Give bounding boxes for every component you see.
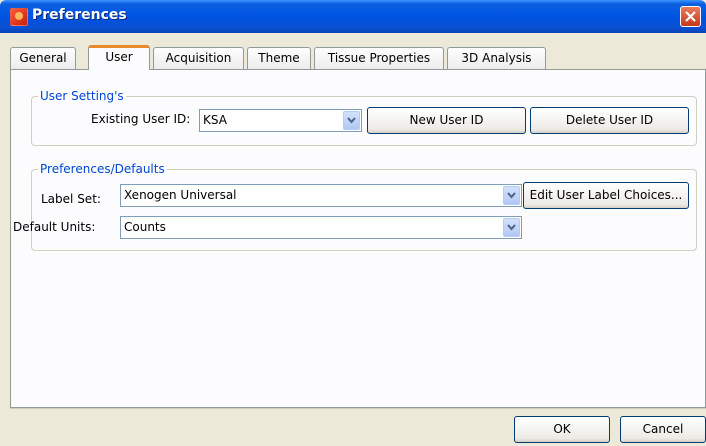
close-icon [685, 11, 696, 22]
label-set-value: Xenogen Universal [124, 188, 237, 202]
preferences-defaults-legend: Preferences/Defaults [38, 162, 167, 176]
user-settings-legend: User Setting's [38, 89, 126, 103]
button-bar: OK Cancel [10, 408, 706, 446]
chevron-down-icon [507, 224, 516, 231]
tab-3d-analysis[interactable]: 3D Analysis [447, 47, 546, 69]
label-set-select[interactable]: Xenogen Universal [120, 184, 522, 207]
edit-user-label-choices-button[interactable]: Edit User Label Choices... [523, 182, 689, 209]
cancel-button[interactable]: Cancel [620, 416, 706, 443]
existing-user-id-value: KSA [203, 113, 227, 127]
tab-user[interactable]: User [88, 45, 150, 70]
default-units-value: Counts [124, 220, 166, 234]
user-tab-panel: User Setting's Existing User ID: KSA New… [10, 69, 706, 408]
chevron-down-icon [507, 192, 516, 199]
title-bar[interactable]: Preferences [0, 0, 706, 33]
tab-general[interactable]: General [10, 47, 76, 69]
preferences-defaults-group: Preferences/Defaults Label Set: Xenogen … [13, 162, 697, 251]
new-user-id-button[interactable]: New User ID [367, 107, 526, 134]
dropdown-arrow[interactable] [503, 218, 520, 237]
user-settings-group: User Setting's Existing User ID: KSA New… [31, 89, 697, 146]
tab-bar: General User Acquisition Theme Tissue Pr… [10, 45, 706, 70]
existing-user-id-label: Existing User ID: [91, 112, 191, 126]
delete-user-id-button[interactable]: Delete User ID [530, 107, 689, 134]
label-set-label: Label Set: [41, 192, 101, 206]
default-units-label: Default Units: [13, 220, 96, 234]
window-title: Preferences [32, 7, 127, 23]
chevron-down-icon [347, 117, 356, 124]
default-units-select[interactable]: Counts [120, 216, 522, 239]
dropdown-arrow[interactable] [343, 111, 360, 130]
close-button[interactable] [680, 6, 701, 27]
app-icon [10, 8, 28, 26]
ok-button[interactable]: OK [514, 416, 610, 443]
tab-theme[interactable]: Theme [247, 47, 311, 69]
existing-user-id-select[interactable]: KSA [199, 109, 362, 132]
dropdown-arrow[interactable] [503, 186, 520, 205]
tab-tissue-properties[interactable]: Tissue Properties [314, 47, 444, 69]
tab-acquisition[interactable]: Acquisition [153, 47, 244, 69]
